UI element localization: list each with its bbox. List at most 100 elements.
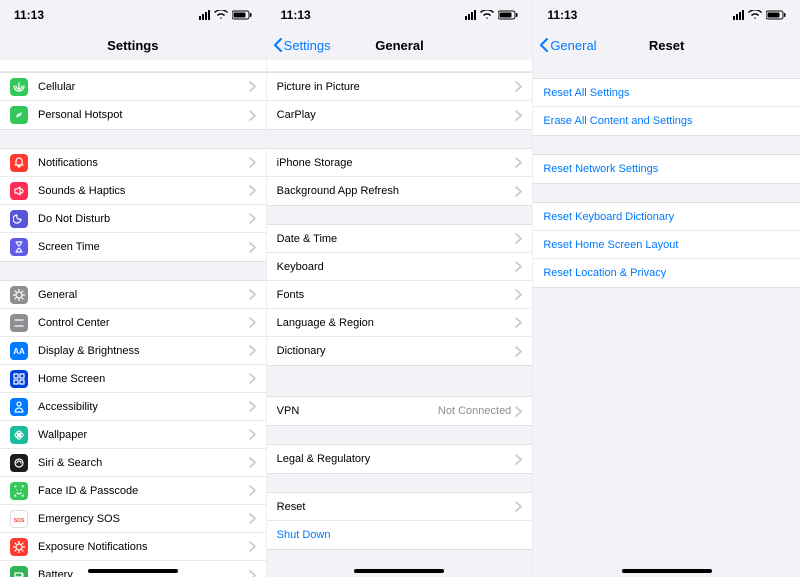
sos-icon: SOS <box>10 510 28 528</box>
row-label: Wallpaper <box>38 429 249 441</box>
home-indicator[interactable] <box>88 569 178 573</box>
row-label: Dictionary <box>277 345 516 357</box>
row-hotspot[interactable]: Personal Hotspot <box>0 101 266 129</box>
home-indicator[interactable] <box>354 569 444 573</box>
row-faceid[interactable]: Face ID & Passcode <box>0 477 266 505</box>
group-input: Date & Time KeyboardFontsLanguage & Regio… <box>267 224 533 366</box>
chevron-right-icon <box>249 429 256 440</box>
chevron-right-icon <box>515 110 522 121</box>
back-button[interactable]: General <box>539 38 596 53</box>
group-reset-other: Reset Keyboard Dictionary Reset Home Scre… <box>533 202 800 288</box>
row-datetime[interactable]: Date & Time <box>267 225 533 253</box>
row-sounds[interactable]: Sounds & Haptics <box>0 177 266 205</box>
chevron-right-icon <box>249 81 256 92</box>
status-bar: 11:13 <box>0 0 266 30</box>
status-time: 11:13 <box>547 8 577 22</box>
svg-text:SOS: SOS <box>14 518 25 524</box>
signal-icon <box>199 10 210 20</box>
row-fonts[interactable]: Fonts <box>267 281 533 309</box>
row-display[interactable]: AADisplay & Brightness <box>0 337 266 365</box>
row-label: Sounds & Haptics <box>38 185 249 197</box>
home-indicator[interactable] <box>622 569 712 573</box>
row-reset-location[interactable]: Reset Location & Privacy <box>533 259 800 287</box>
screen-reset: 11:13 General Reset Reset All SettingsEr… <box>533 0 800 577</box>
row-label: CarPlay <box>277 109 516 121</box>
chevron-right-icon <box>249 317 256 328</box>
row-cellular[interactable]: Cellular <box>0 73 266 101</box>
row-erase-all[interactable]: Erase All Content and Settings <box>533 107 800 135</box>
group-reset-network: Reset Network Settings <box>533 154 800 184</box>
row-homescreen[interactable]: Home Screen <box>0 365 266 393</box>
row-label: Cellular <box>38 81 249 93</box>
row-reset-all[interactable]: Reset All Settings <box>533 79 800 107</box>
nav-bar: Settings General <box>267 30 533 60</box>
chevron-right-icon <box>515 501 522 512</box>
chevron-right-icon <box>249 157 256 168</box>
row-sos[interactable]: SOSEmergency SOS <box>0 505 266 533</box>
row-vpn[interactable]: VPNNot Connected <box>267 397 533 425</box>
row-dnd[interactable]: Do Not Disturb <box>0 205 266 233</box>
row-dictionary[interactable]: Dictionary <box>267 337 533 365</box>
row-legal[interactable]: Legal & Regulatory <box>267 445 533 473</box>
chevron-left-icon <box>273 38 283 52</box>
back-button[interactable]: Settings <box>273 38 331 53</box>
status-bar: 11:13 <box>533 0 800 30</box>
row-cut <box>0 60 266 72</box>
chevron-right-icon <box>515 233 522 244</box>
row-keyboard[interactable]: Keyboard <box>267 253 533 281</box>
row-controlcenter[interactable]: Control Center <box>0 309 266 337</box>
row-accessibility[interactable]: Accessibility <box>0 393 266 421</box>
hourglass-icon <box>10 238 28 256</box>
row-bgrefresh[interactable]: Background App Refresh <box>267 177 533 205</box>
chevron-right-icon <box>515 186 522 197</box>
virus-icon <box>10 538 28 556</box>
chevron-right-icon <box>249 457 256 468</box>
row-pip[interactable]: Picture in Picture <box>267 73 533 101</box>
row-reset[interactable]: Reset <box>267 493 533 521</box>
row-label: Background App Refresh <box>277 185 516 197</box>
chevron-right-icon <box>515 346 522 357</box>
chevron-right-icon <box>249 242 256 253</box>
status-bar: 11:13 <box>267 0 533 30</box>
chevron-right-icon <box>515 261 522 272</box>
row-carplay[interactable]: CarPlay <box>267 101 533 129</box>
row-exposure[interactable]: Exposure Notifications <box>0 533 266 561</box>
page-title: General <box>375 38 423 53</box>
page-title: Reset <box>649 38 684 53</box>
row-label: Date & Time <box>277 233 516 245</box>
svg-text:AA: AA <box>13 347 25 356</box>
gear-icon <box>10 286 28 304</box>
row-reset-network[interactable]: Reset Network Settings <box>533 155 800 183</box>
row-shutdown[interactable]: Shut Down <box>267 521 533 549</box>
row-label: Reset Keyboard Dictionary <box>543 211 790 223</box>
row-label: Exposure Notifications <box>38 541 249 553</box>
chevron-right-icon <box>249 485 256 496</box>
row-wallpaper[interactable]: Wallpaper <box>0 421 266 449</box>
row-storage[interactable]: iPhone Storage <box>267 149 533 177</box>
row-reset-home[interactable]: Reset Home Screen Layout <box>533 231 800 259</box>
screen-settings: 11:13 Settings CellularPersonal Hotspot … <box>0 0 267 577</box>
back-label: Settings <box>284 38 331 53</box>
row-langregion[interactable]: Language & Region <box>267 309 533 337</box>
signal-icon <box>465 10 476 20</box>
row-label: Face ID & Passcode <box>38 485 249 497</box>
chevron-right-icon <box>249 401 256 412</box>
row-siri[interactable]: Siri & Search <box>0 449 266 477</box>
battery-icon <box>498 10 518 20</box>
row-notifications[interactable]: Notifications <box>0 149 266 177</box>
group-general: GeneralControl CenterAADisplay & Brightn… <box>0 280 266 577</box>
chevron-right-icon <box>249 345 256 356</box>
row-screentime[interactable]: Screen Time <box>0 233 266 261</box>
row-reset-keyboard[interactable]: Reset Keyboard Dictionary <box>533 203 800 231</box>
row-general[interactable]: General <box>0 281 266 309</box>
group-vpn: VPNNot Connected <box>267 396 533 426</box>
row-label: Reset <box>277 501 516 513</box>
speaker-icon <box>10 182 28 200</box>
row-label: Personal Hotspot <box>38 109 249 121</box>
chevron-right-icon <box>515 289 522 300</box>
switches-icon <box>10 314 28 332</box>
row-label: Reset Home Screen Layout <box>543 239 790 251</box>
group-connectivity: Cellular Personal Hotspot <box>0 72 266 130</box>
bell-icon <box>10 154 28 172</box>
siri-icon <box>10 454 28 472</box>
